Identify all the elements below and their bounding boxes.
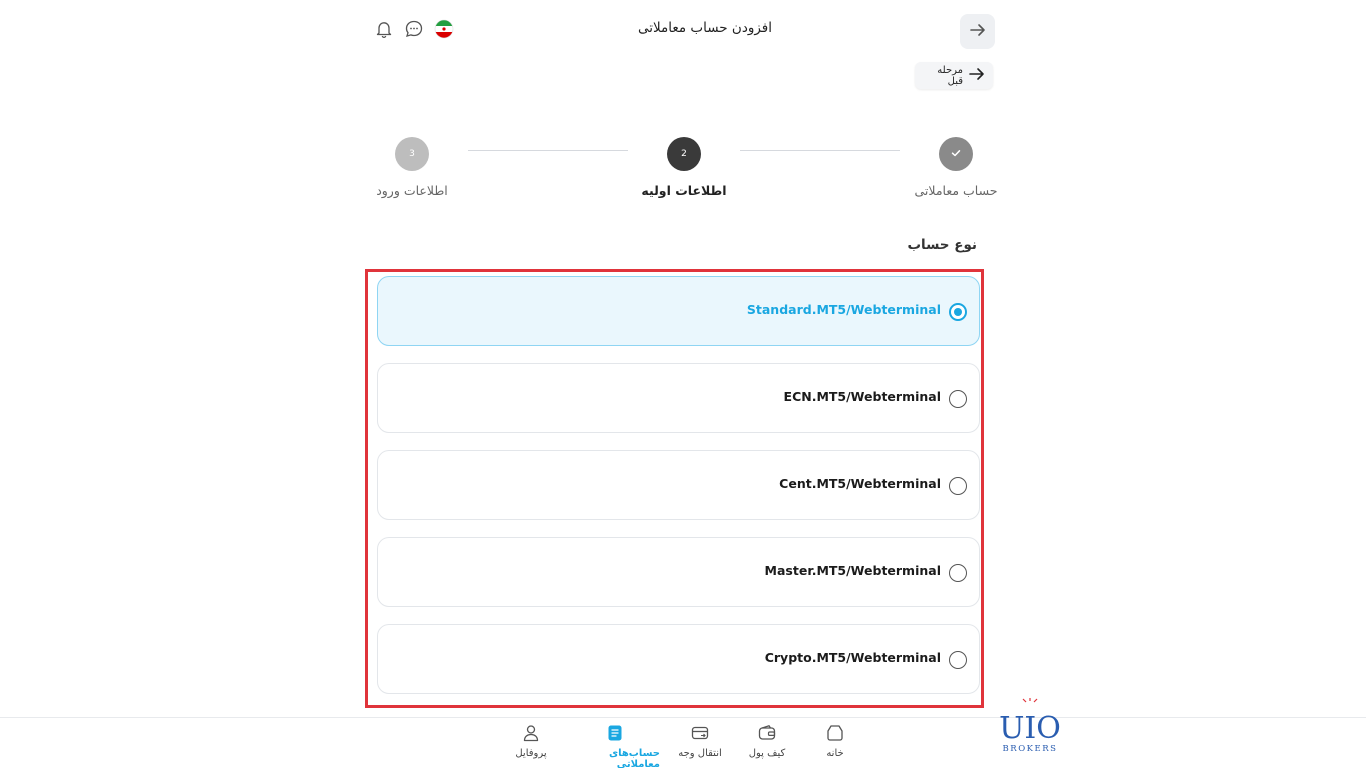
transfer-card-icon	[689, 722, 711, 744]
step-1-label: حساب معاملاتی	[914, 183, 998, 198]
nav-label: خانه	[826, 748, 844, 759]
profile-icon	[520, 722, 542, 744]
bell-icon	[374, 19, 394, 43]
option-label: Crypto.MT5/Webterminal	[764, 650, 941, 665]
option-label: Cent.MT5/Webterminal	[779, 476, 941, 491]
uio-brokers-logo: UIO BROKERS	[996, 698, 1064, 754]
accounts-list-icon	[604, 722, 626, 744]
step-2-label: اطلاعات اولیه	[641, 183, 727, 198]
account-option-crypto[interactable]: Crypto.MT5/Webterminal	[377, 624, 980, 694]
chat-icon	[404, 19, 424, 43]
account-option-master[interactable]: Master.MT5/Webterminal	[377, 537, 980, 607]
logo-sub-text: BROKERS	[1003, 744, 1058, 754]
stepper-connector	[468, 150, 628, 151]
chat-button[interactable]	[403, 20, 425, 42]
account-type-label: نوع حساب	[907, 237, 977, 253]
step-3-label: اطلاعات ورود	[376, 183, 448, 198]
radio-button[interactable]	[949, 477, 967, 495]
radio-button[interactable]	[949, 651, 967, 669]
arrow-right-icon	[969, 67, 985, 84]
radio-button[interactable]	[949, 564, 967, 582]
logo-main-text: UIO	[999, 711, 1061, 746]
wallet-icon	[756, 722, 778, 744]
iran-flag-icon	[434, 19, 454, 43]
previous-step-button[interactable]: مرحله قبل	[915, 62, 993, 89]
nav-label: انتقال وجه	[678, 748, 722, 759]
nav-item-trading-accounts[interactable]: حساب‌های معاملاتی	[570, 722, 660, 768]
bottom-nav-divider	[0, 717, 1366, 718]
radio-button[interactable]	[949, 303, 967, 321]
account-option-ecn[interactable]: ECN.MT5/Webterminal	[377, 363, 980, 433]
nav-label: پروفایل	[515, 748, 547, 759]
option-label: ECN.MT5/Webterminal	[783, 389, 941, 404]
previous-step-label: مرحله قبل	[937, 64, 963, 87]
stepper-connector	[740, 150, 900, 151]
page-title: افزودن حساب معاملاتی	[637, 20, 773, 36]
checkmark-icon	[950, 147, 962, 162]
language-flag-button[interactable]	[433, 19, 455, 43]
notifications-button[interactable]	[373, 20, 395, 42]
account-option-cent[interactable]: Cent.MT5/Webterminal	[377, 450, 980, 520]
radio-button[interactable]	[949, 390, 967, 408]
home-icon	[824, 722, 846, 744]
option-label: Standard.MT5/Webterminal	[746, 302, 941, 317]
nav-label: کیف پول	[748, 748, 786, 759]
arrow-right-icon	[969, 21, 987, 43]
back-button[interactable]	[960, 14, 995, 49]
nav-label: حساب‌های معاملاتی	[608, 748, 660, 768]
option-label: Master.MT5/Webterminal	[764, 563, 941, 578]
nav-item-profile[interactable]: پروفایل	[486, 722, 576, 759]
account-option-standard[interactable]: Standard.MT5/Webterminal	[377, 276, 980, 346]
step-3-circle: 3	[395, 137, 429, 171]
nav-item-transfer[interactable]: انتقال وجه	[655, 722, 745, 759]
step-1-circle	[939, 137, 973, 171]
step-2-circle: 2	[667, 137, 701, 171]
